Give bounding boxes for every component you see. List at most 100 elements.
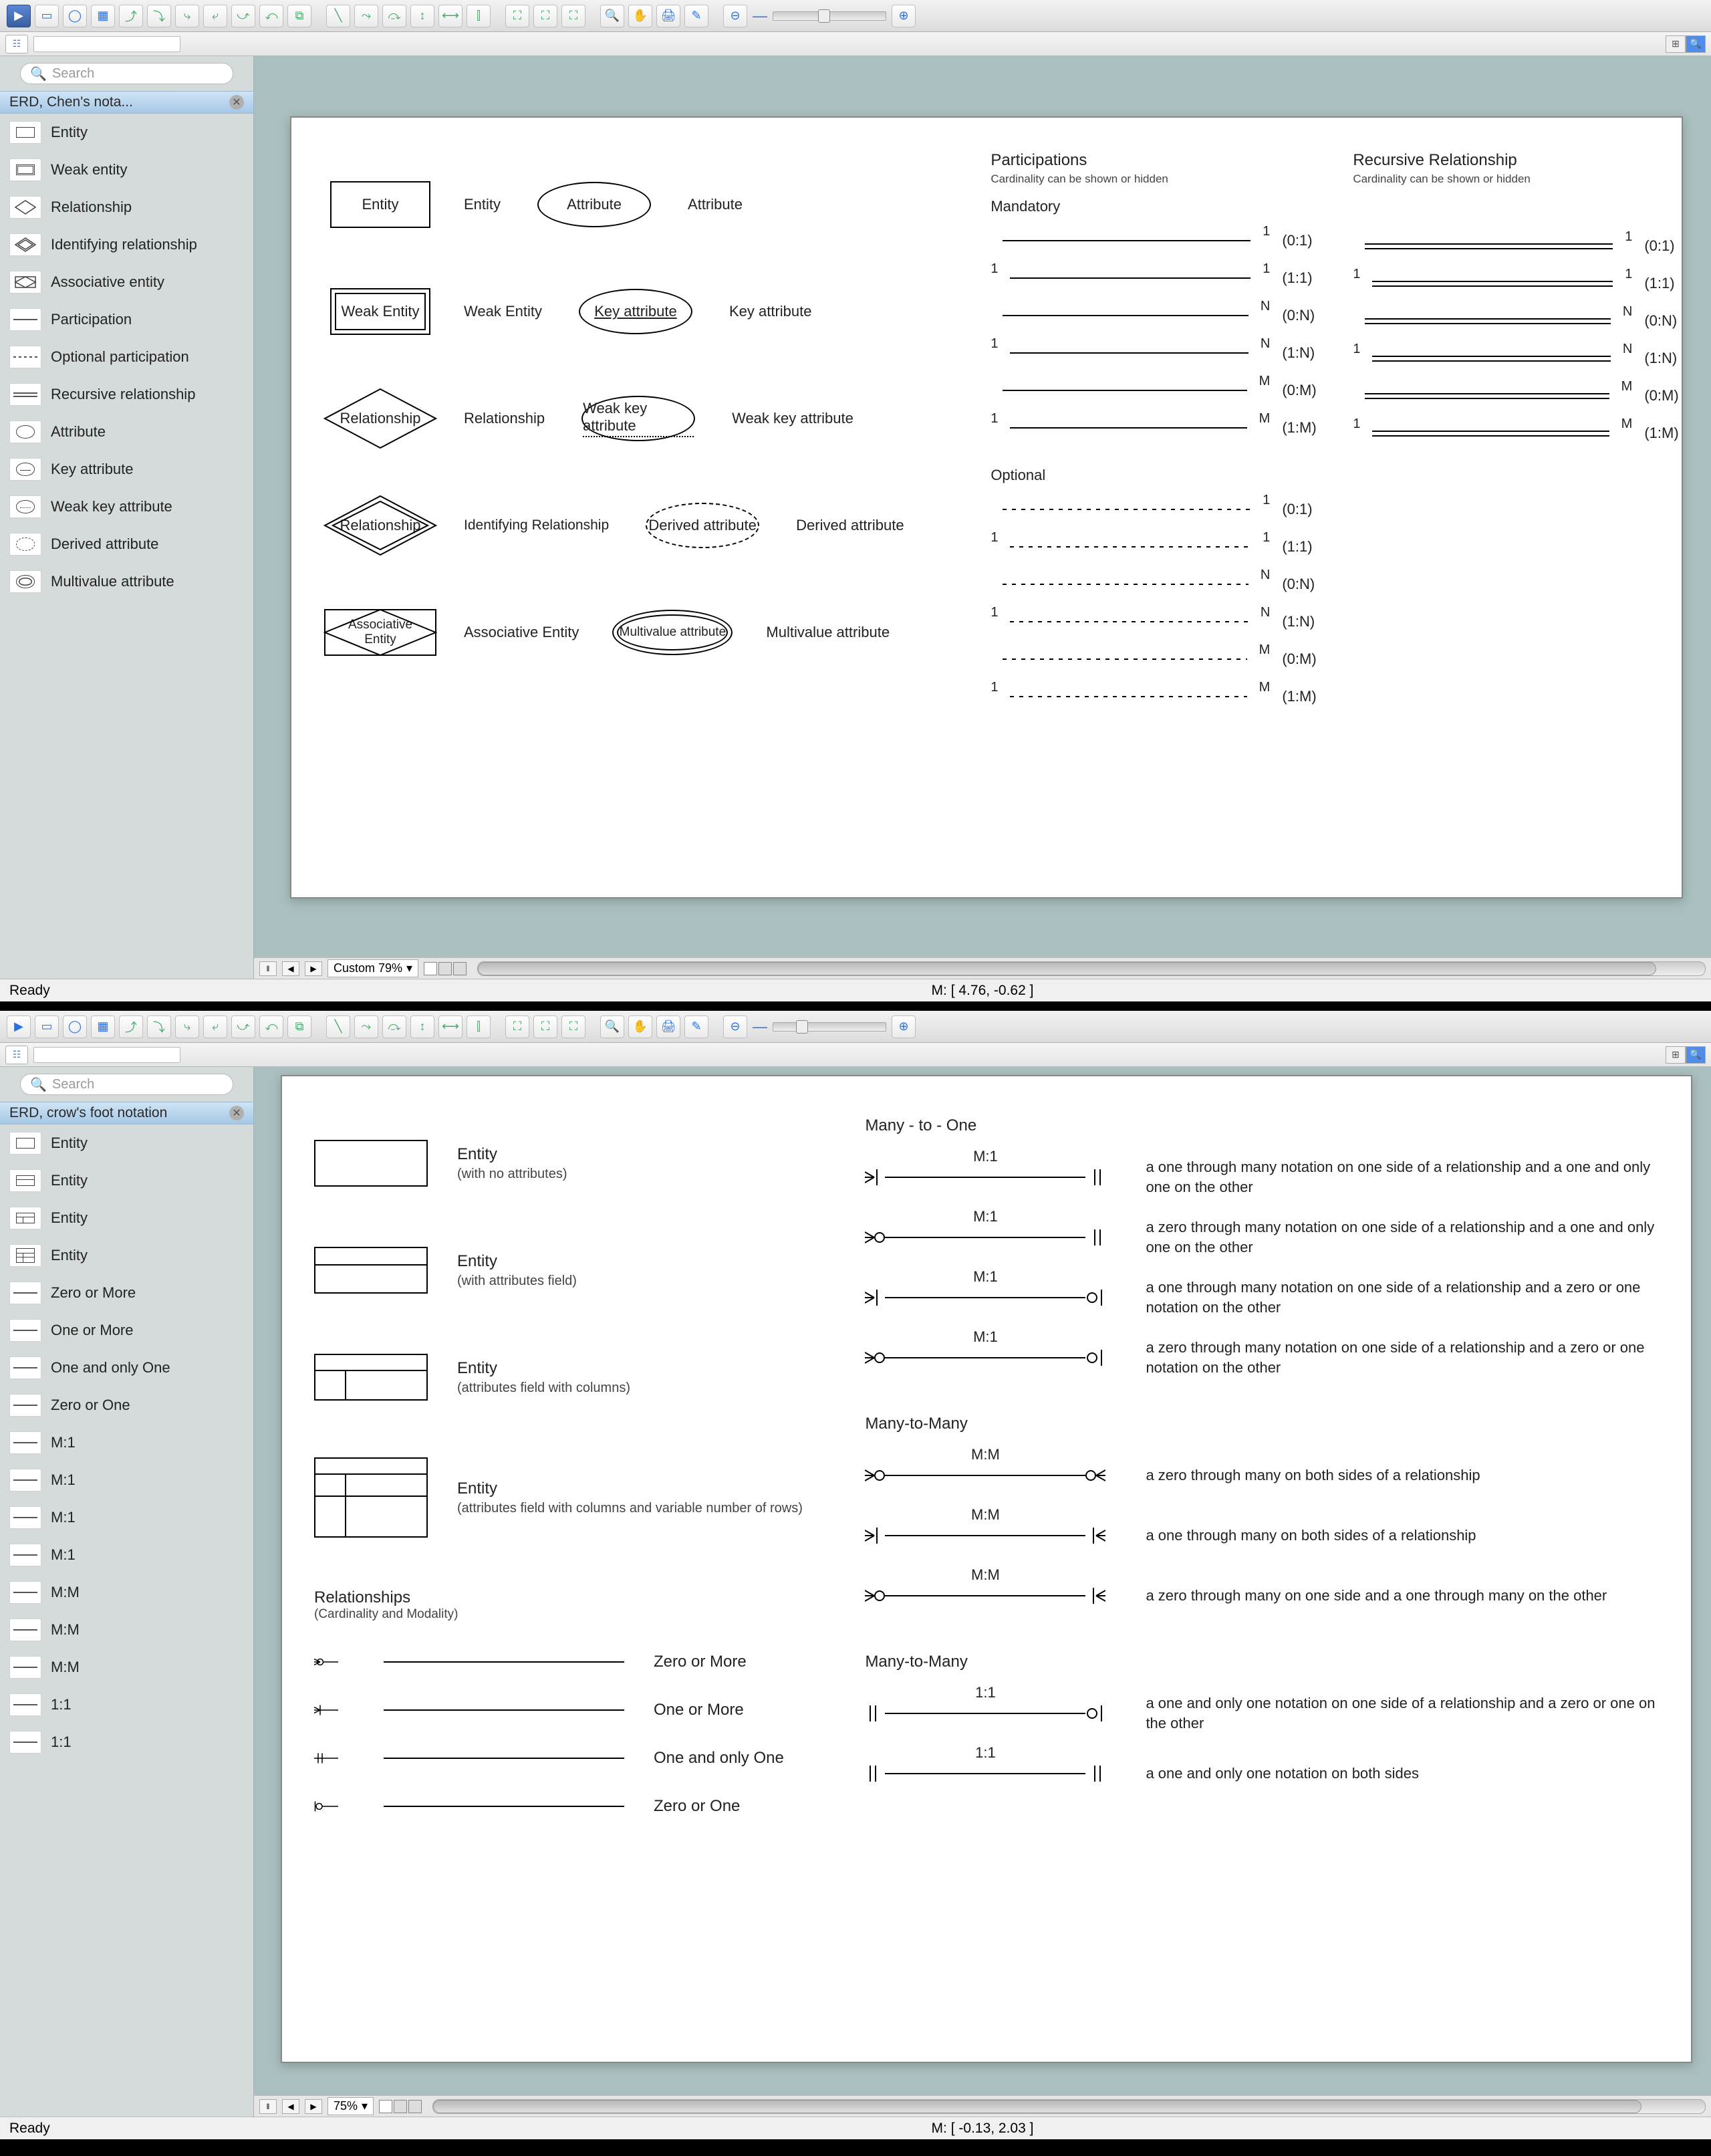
search-toggle-button[interactable]: 🔍 — [1686, 1046, 1706, 1064]
line-tool-6[interactable]: ⫿ — [467, 5, 491, 27]
diagram-tool-1[interactable]: ⛶ — [505, 5, 529, 27]
ellipse-tool[interactable]: ◯ — [63, 5, 87, 27]
rect-tool[interactable]: ▭ — [35, 1015, 59, 1038]
stencil-item[interactable]: Weak entity — [0, 151, 253, 189]
line-tool-1[interactable]: ╲ — [326, 1015, 350, 1038]
line-tool-6[interactable]: ⫿ — [467, 1015, 491, 1038]
diagram-tool-2[interactable]: ⛶ — [533, 1015, 557, 1038]
close-stencil-icon[interactable]: ✕ — [229, 95, 244, 110]
zoom-out-button[interactable]: ⊖ — [723, 1015, 747, 1038]
hand-tool[interactable]: ✋ — [628, 1015, 652, 1038]
horizontal-scrollbar[interactable] — [432, 2099, 1706, 2114]
connector-tool-5[interactable]: ⤻ — [231, 5, 255, 27]
canvas-2[interactable]: Entity(with no attributes) Entity(with a… — [254, 1067, 1711, 2117]
eyedropper-tool[interactable]: ✎ — [684, 1015, 708, 1038]
connector-tool-2[interactable]: ⤵ — [147, 5, 171, 27]
connector-tool-6[interactable]: ⤺ — [259, 5, 283, 27]
stencil-item[interactable]: Entity — [0, 1162, 253, 1199]
stencil-item[interactable]: M:1 — [0, 1461, 253, 1499]
pointer-tool[interactable]: ▶ — [7, 5, 31, 27]
stencil-item[interactable]: Entity — [0, 114, 253, 151]
stencil-item[interactable]: M:M — [0, 1574, 253, 1611]
diagram-tool-1[interactable]: ⛶ — [505, 1015, 529, 1038]
connector-tool-6[interactable]: ⤺ — [259, 1015, 283, 1038]
search-toggle-button[interactable]: 🔍 — [1686, 35, 1706, 53]
connector-tool-1[interactable]: ⤴ — [119, 5, 143, 27]
stencil-item[interactable]: Derived attribute — [0, 525, 253, 563]
stencil-item[interactable]: One and only One — [0, 1349, 253, 1387]
stencil-item[interactable]: Weak key attribute — [0, 488, 253, 525]
stencil-item[interactable]: M:M — [0, 1649, 253, 1686]
sidebar-header[interactable]: ERD, Chen's nota... ✕ — [0, 91, 253, 114]
page-prev-button[interactable]: ◀ — [282, 2099, 299, 2114]
page-next-button[interactable]: ▶ — [305, 961, 322, 976]
stencil-item[interactable]: Identifying relationship — [0, 226, 253, 263]
zoom-out-button[interactable]: ⊖ — [723, 5, 747, 27]
line-tool-3[interactable]: ⤼ — [382, 1015, 406, 1038]
page-thumbs[interactable] — [379, 2100, 422, 2113]
stencil-item[interactable]: Zero or More — [0, 1274, 253, 1312]
page-first-button[interactable]: ‖ — [259, 2099, 277, 2114]
quick-input[interactable] — [33, 36, 180, 52]
table-tool[interactable]: ▦ — [91, 1015, 115, 1038]
stencil-item[interactable]: Associative entity — [0, 263, 253, 301]
page-thumbs[interactable] — [424, 962, 467, 975]
line-tool-2[interactable]: ⤳ — [354, 1015, 378, 1038]
line-tool-4[interactable]: ↕ — [410, 5, 434, 27]
connector-tool-3[interactable]: ⤷ — [175, 5, 199, 27]
stencil-item[interactable]: Participation — [0, 301, 253, 338]
zoom-in-button[interactable]: ⊕ — [892, 1015, 916, 1038]
diagram-tool-3[interactable]: ⛶ — [561, 1015, 585, 1038]
stencil-item[interactable]: Relationship — [0, 189, 253, 226]
stencil-item[interactable]: 1:1 — [0, 1686, 253, 1723]
stencil-item[interactable]: M:M — [0, 1611, 253, 1649]
stencil-item[interactable]: Key attribute — [0, 451, 253, 488]
stencil-item[interactable]: 1:1 — [0, 1723, 253, 1761]
pointer-tool[interactable]: ▶ — [7, 1015, 31, 1038]
page-prev-button[interactable]: ◀ — [282, 961, 299, 976]
close-stencil-icon[interactable]: ✕ — [229, 1106, 244, 1120]
zoom-selector[interactable]: Custom 79%▾ — [327, 959, 418, 977]
connector-tool-4[interactable]: ⤶ — [203, 5, 227, 27]
print-tool[interactable]: 🖨 — [656, 5, 680, 27]
stencil-item[interactable]: M:1 — [0, 1499, 253, 1536]
grid-view-button[interactable]: ⊞ — [1666, 1046, 1686, 1064]
quick-input[interactable] — [33, 1047, 180, 1063]
line-tool-3[interactable]: ⤼ — [382, 5, 406, 27]
zoom-slider[interactable] — [773, 11, 886, 21]
zoom-selector[interactable]: 75%▾ — [327, 2097, 374, 2115]
stencil-item[interactable]: M:1 — [0, 1536, 253, 1574]
stencil-item[interactable]: Attribute — [0, 413, 253, 451]
tree-view-button[interactable]: ☷ — [5, 1046, 28, 1064]
grid-view-button[interactable]: ⊞ — [1666, 35, 1686, 53]
layer-tool[interactable]: ⧉ — [287, 1015, 311, 1038]
connector-tool-3[interactable]: ⤷ — [175, 1015, 199, 1038]
tree-view-button[interactable]: ☷ — [5, 35, 28, 53]
sidebar-header-2[interactable]: ERD, crow's foot notation ✕ — [0, 1102, 253, 1124]
diagram-tool-2[interactable]: ⛶ — [533, 5, 557, 27]
eyedropper-tool[interactable]: ✎ — [684, 5, 708, 27]
stencil-item[interactable]: Zero or One — [0, 1387, 253, 1424]
page-first-button[interactable]: ‖ — [259, 961, 277, 976]
zoom-slider[interactable] — [773, 1022, 886, 1032]
stencil-item[interactable]: One or More — [0, 1312, 253, 1349]
stencil-item[interactable]: Entity — [0, 1124, 253, 1162]
table-tool[interactable]: ▦ — [91, 5, 115, 27]
layer-tool[interactable]: ⧉ — [287, 5, 311, 27]
line-tool-4[interactable]: ↕ — [410, 1015, 434, 1038]
line-tool-5[interactable]: ⟷ — [438, 5, 463, 27]
search-input[interactable]: 🔍 Search — [20, 63, 233, 84]
stencil-item[interactable]: M:1 — [0, 1424, 253, 1461]
connector-tool-1[interactable]: ⤴ — [119, 1015, 143, 1038]
diagram-tool-3[interactable]: ⛶ — [561, 5, 585, 27]
page-next-button[interactable]: ▶ — [305, 2099, 322, 2114]
connector-tool-2[interactable]: ⤵ — [147, 1015, 171, 1038]
line-tool-5[interactable]: ⟷ — [438, 1015, 463, 1038]
zoom-tool[interactable]: 🔍 — [600, 5, 624, 27]
zoom-in-button[interactable]: ⊕ — [892, 5, 916, 27]
search-input[interactable]: 🔍 Search — [20, 1074, 233, 1095]
canvas[interactable]: Entity Entity Attribute Attribute Weak E… — [254, 56, 1711, 979]
stencil-item[interactable]: Optional participation — [0, 338, 253, 376]
stencil-item[interactable]: Multivalue attribute — [0, 563, 253, 600]
hand-tool[interactable]: ✋ — [628, 5, 652, 27]
